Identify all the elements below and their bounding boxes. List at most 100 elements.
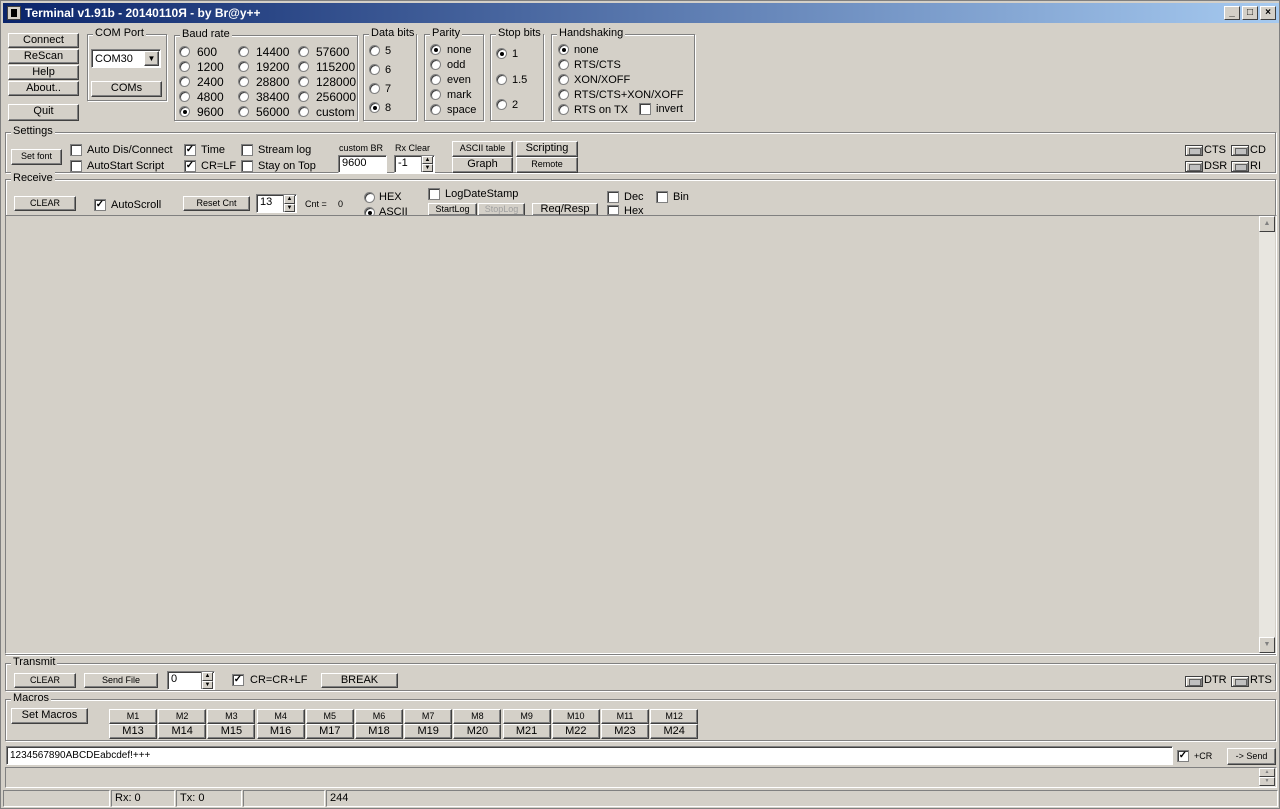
autostart-script-checkbox[interactable] — [70, 160, 82, 172]
transmit-spinner[interactable]: ▲ ▼ — [201, 672, 213, 689]
history-up-icon[interactable]: ▲ — [1259, 768, 1275, 777]
set-font-button[interactable]: Set font — [11, 149, 62, 165]
data-bits-radio-6[interactable] — [369, 64, 380, 75]
help-button[interactable]: Help — [8, 65, 79, 80]
parity-radio-even[interactable] — [430, 74, 441, 85]
receive-clear-button[interactable]: CLEAR — [14, 196, 76, 211]
handshaking-radio-none[interactable] — [558, 44, 569, 55]
ascii-table-button[interactable]: ASCII table — [452, 141, 513, 157]
stop-bits-radio-2[interactable] — [496, 99, 507, 110]
baud-radio-600[interactable] — [179, 46, 190, 57]
handshaking-radio-rts-on-tx[interactable] — [558, 104, 569, 115]
macro-button-m15[interactable]: M15 — [207, 724, 256, 739]
dtr-led-icon[interactable] — [1185, 676, 1203, 687]
macro-button-m20[interactable]: M20 — [453, 724, 502, 739]
parity-radio-odd[interactable] — [430, 59, 441, 70]
break-button[interactable]: BREAK — [321, 673, 398, 688]
macro-button-m24[interactable]: M24 — [650, 724, 699, 739]
send-button[interactable]: -> Send — [1227, 748, 1276, 765]
macro-button-m11[interactable]: M11 — [601, 709, 649, 724]
macro-button-m23[interactable]: M23 — [601, 724, 649, 739]
baud-radio-115200[interactable] — [298, 61, 309, 72]
parity-radio-space[interactable] — [430, 104, 441, 115]
stay-on-top-checkbox[interactable] — [241, 160, 253, 172]
data-bits-radio-7[interactable] — [369, 83, 380, 94]
cnt-spinner[interactable]: ▲ ▼ — [283, 195, 295, 212]
scroll-up-icon[interactable]: ▲ — [1259, 216, 1275, 232]
baud-radio-256000[interactable] — [298, 91, 309, 102]
baud-radio-1200[interactable] — [179, 61, 190, 72]
handshaking-radio-rts-cts-xon-xoff[interactable] — [558, 89, 569, 100]
data-bits-radio-5[interactable] — [369, 45, 380, 56]
stop-bits-radio-1-5[interactable] — [496, 74, 507, 85]
handshaking-radio-xon-xoff[interactable] — [558, 74, 569, 85]
macro-button-m13[interactable]: M13 — [109, 724, 157, 739]
baud-radio-19200[interactable] — [238, 61, 249, 72]
hex-radio[interactable] — [364, 192, 375, 203]
macro-button-m10[interactable]: M10 — [551, 709, 600, 724]
autoscroll-checkbox[interactable]: ✓ — [94, 199, 106, 211]
chevron-down-icon[interactable]: ▼ — [144, 51, 159, 66]
auto-dis-connect-checkbox[interactable] — [70, 144, 82, 156]
macro-button-m7[interactable]: M7 — [404, 709, 453, 724]
macro-button-m6[interactable]: M6 — [355, 709, 403, 724]
macro-button-m19[interactable]: M19 — [404, 724, 453, 739]
macro-button-m4[interactable]: M4 — [256, 709, 305, 724]
maximize-button[interactable]: □ — [1242, 6, 1258, 20]
macro-button-m3[interactable]: M3 — [207, 709, 256, 724]
macro-button-m14[interactable]: M14 — [158, 724, 207, 739]
baud-radio-28800[interactable] — [238, 76, 249, 87]
baud-radio-56000[interactable] — [238, 106, 249, 117]
scroll-down-icon[interactable]: ▼ — [1259, 637, 1275, 653]
custom-br-input[interactable]: 9600 — [338, 155, 387, 173]
baud-radio-2400[interactable] — [179, 76, 190, 87]
close-button[interactable]: × — [1260, 6, 1276, 20]
parity-radio-none[interactable] — [430, 44, 441, 55]
macro-button-m8[interactable]: M8 — [453, 709, 502, 724]
send-input[interactable]: 1234567890ABCDEabcdef!+++ — [6, 746, 1173, 765]
log-date-stamp-checkbox[interactable] — [428, 188, 440, 200]
macro-button-m1[interactable]: M1 — [109, 709, 157, 724]
baud-radio-4800[interactable] — [179, 91, 190, 102]
baud-radio-custom[interactable] — [298, 106, 309, 117]
hex-display-checkbox[interactable] — [607, 205, 619, 215]
stop-bits-radio-1[interactable] — [496, 48, 507, 59]
set-macros-button[interactable]: Set Macros — [11, 708, 88, 724]
history-scrollbar[interactable]: ▲ ▼ — [1259, 768, 1275, 787]
macro-button-m2[interactable]: M2 — [158, 709, 207, 724]
macro-button-m9[interactable]: M9 — [502, 709, 551, 724]
macro-button-m17[interactable]: M17 — [305, 724, 354, 739]
history-down-icon[interactable]: ▼ — [1259, 777, 1275, 786]
quit-button[interactable]: Quit — [8, 104, 79, 121]
parity-radio-mark[interactable] — [430, 89, 441, 100]
reset-cnt-button[interactable]: Reset Cnt — [183, 196, 250, 211]
connect-button[interactable]: Connect — [8, 33, 79, 48]
dec-checkbox[interactable] — [607, 191, 619, 203]
stream-log-checkbox[interactable] — [241, 144, 253, 156]
macro-button-m5[interactable]: M5 — [305, 709, 354, 724]
macro-button-m16[interactable]: M16 — [256, 724, 305, 739]
rescan-button[interactable]: ReScan — [8, 49, 79, 64]
cr-crlf-checkbox[interactable]: ✓ — [232, 674, 244, 686]
title-bar[interactable]: Terminal v1.91b - 20140110Я - by Br@y++ … — [3, 3, 1279, 23]
about-button[interactable]: About.. — [8, 81, 79, 96]
baud-radio-128000[interactable] — [298, 76, 309, 87]
data-bits-radio-8[interactable] — [369, 102, 380, 113]
send-file-button[interactable]: Send File — [84, 673, 158, 688]
baud-radio-9600[interactable] — [179, 106, 190, 117]
coms-button[interactable]: COMs — [91, 81, 162, 97]
macro-button-m12[interactable]: M12 — [650, 709, 699, 724]
macro-button-m18[interactable]: M18 — [355, 724, 403, 739]
receive-text-area[interactable] — [5, 215, 1277, 654]
time-checkbox[interactable]: ✓ — [184, 144, 196, 156]
handshaking-radio-rts-cts[interactable] — [558, 59, 569, 70]
rts-led-icon[interactable] — [1231, 676, 1249, 687]
remote-button[interactable]: Remote — [516, 157, 578, 173]
invert-checkbox[interactable] — [639, 103, 651, 115]
plus-cr-checkbox[interactable]: ✓ — [1177, 750, 1189, 762]
bin-checkbox[interactable] — [656, 191, 668, 203]
receive-scrollbar[interactable]: ▲ ▼ — [1259, 216, 1275, 653]
baud-radio-14400[interactable] — [238, 46, 249, 57]
macro-button-m22[interactable]: M22 — [551, 724, 600, 739]
rx-clear-spinner[interactable]: ▲ ▼ — [421, 156, 433, 172]
